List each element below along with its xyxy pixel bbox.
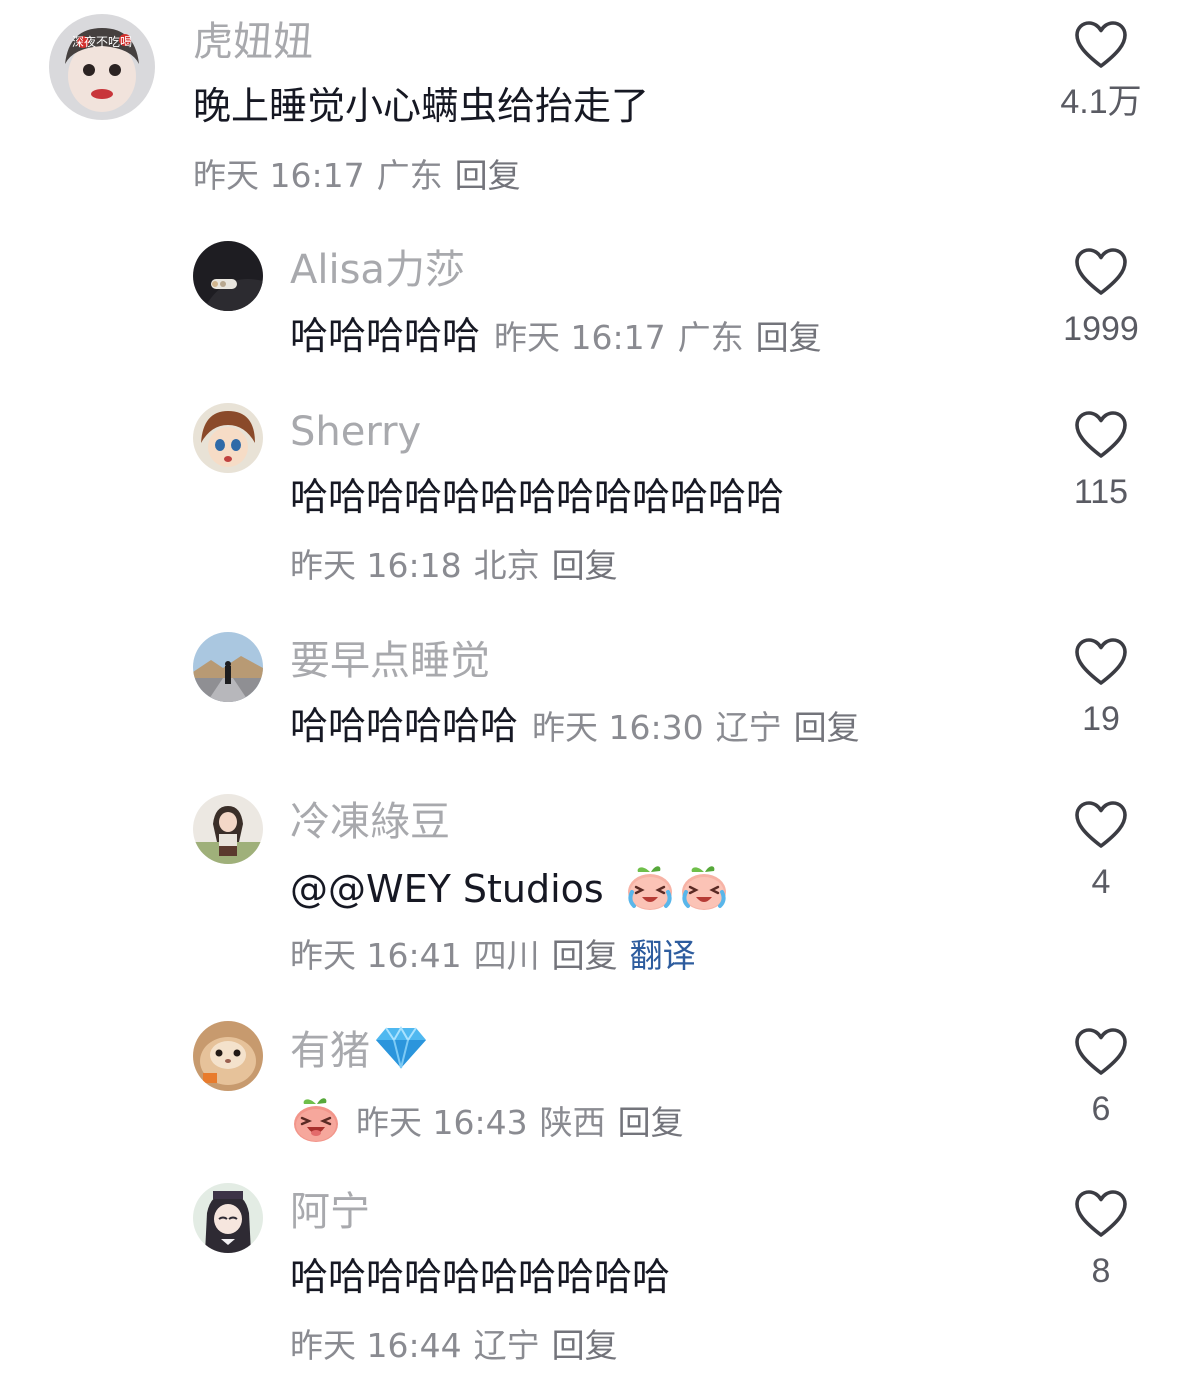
like-button[interactable]: 19 [1041, 637, 1161, 739]
heart-outline-icon [1074, 247, 1128, 297]
comment-location: 北京 [473, 546, 540, 585]
comment-time: 昨天 16:17 [494, 318, 666, 357]
reply-button[interactable]: 回复 [756, 318, 822, 357]
username[interactable]: 阿宁 [290, 1188, 370, 1236]
reply-button[interactable]: 回复 [552, 936, 618, 975]
heart-outline-icon [1074, 1189, 1128, 1239]
heart-outline-icon [1074, 637, 1128, 687]
like-button[interactable]: 4.1万 [1041, 20, 1161, 122]
crying-laughing-peach-emoji [678, 860, 730, 912]
avatar[interactable] [193, 1021, 263, 1091]
reply-button[interactable]: 回复 [552, 1326, 618, 1365]
comment-meta: 昨天 16:18 北京 回复 [290, 544, 630, 588]
username[interactable]: 冷凍綠豆 [290, 798, 450, 846]
comment-time: 昨天 16:18 [290, 546, 462, 585]
like-button[interactable]: 115 [1041, 410, 1161, 512]
comment-text: 哈哈哈哈哈 [290, 314, 481, 358]
comment-time: 昨天 16:43 [356, 1103, 528, 1142]
laughing-peach-emoji [290, 1092, 342, 1144]
comment-location: 辽宁 [715, 708, 782, 747]
avatar[interactable]: 深夜不吃喝 [49, 14, 155, 120]
crying-laughing-peach-emoji [624, 860, 676, 912]
username[interactable]: 要早点睡觉 [290, 637, 490, 685]
like-count: 19 [1082, 700, 1120, 738]
avatar[interactable] [193, 241, 263, 311]
username-text[interactable]: 有猪 [290, 1028, 370, 1074]
reply-button[interactable]: 回复 [618, 1103, 684, 1142]
mention-link[interactable]: @@WEY Studios [290, 867, 604, 911]
heart-outline-icon [1074, 20, 1128, 70]
avatar[interactable] [193, 1183, 263, 1253]
heart-outline-icon [1074, 410, 1128, 460]
comment-body: @@WEY Studios [290, 860, 730, 913]
svg-text:深夜不吃喝: 深夜不吃喝 [72, 34, 132, 49]
comment-location: 四川 [473, 936, 540, 975]
like-count: 4 [1091, 863, 1111, 901]
like-button[interactable]: 1999 [1041, 247, 1161, 349]
like-count: 6 [1091, 1090, 1111, 1128]
like-count: 1999 [1063, 310, 1139, 348]
avatar[interactable] [193, 632, 263, 702]
comment-location: 辽宁 [473, 1326, 540, 1365]
comment-time: 昨天 16:44 [290, 1326, 462, 1365]
comment-text: 哈哈哈哈哈哈 [290, 704, 519, 748]
like-button[interactable]: 8 [1041, 1189, 1161, 1291]
avatar[interactable] [193, 794, 263, 864]
comment-meta: 昨天 16:30 辽宁 回复 [532, 708, 872, 747]
comment-meta: 昨天 16:43 陕西 回复 [356, 1103, 696, 1142]
username[interactable]: Alisa力莎 [290, 246, 465, 294]
comment-location: 广东 [376, 156, 443, 195]
diamond-icon [376, 1026, 426, 1069]
reply-button[interactable]: 回复 [455, 156, 521, 195]
comment-meta: 昨天 16:17 广东 回复 [193, 154, 533, 198]
avatar[interactable] [193, 403, 263, 473]
comment-time: 昨天 16:30 [532, 708, 704, 747]
like-count: 4.1万 [1060, 83, 1142, 121]
heart-outline-icon [1074, 800, 1128, 850]
comment-location: 陕西 [539, 1103, 606, 1142]
translate-button[interactable]: 翻译 [630, 936, 696, 975]
comment-location: 广东 [677, 318, 744, 357]
comment-time: 昨天 16:41 [290, 936, 462, 975]
username[interactable]: 虎妞妞 [193, 18, 313, 66]
reply-button[interactable]: 回复 [552, 546, 618, 585]
comment-text: 哈哈哈哈哈哈哈哈哈哈哈哈哈 [290, 475, 785, 519]
like-count: 115 [1073, 473, 1129, 511]
comment-body: 哈哈哈哈哈哈 昨天 16:30 辽宁 回复 [290, 702, 872, 752]
comment-text: 晚上睡觉小心螨虫给抬走了 [193, 84, 650, 128]
comment-text: 哈哈哈哈哈哈哈哈哈哈 [290, 1255, 671, 1299]
comment-body: 哈哈哈哈哈 昨天 16:17 广东 回复 [290, 312, 834, 362]
reply-button[interactable]: 回复 [794, 708, 860, 747]
comment-meta: 昨天 16:17 广东 回复 [494, 318, 834, 357]
username[interactable]: Sherry [290, 408, 421, 456]
heart-outline-icon [1074, 1027, 1128, 1077]
like-button[interactable]: 6 [1041, 1027, 1161, 1129]
comment-meta: 昨天 16:41 四川 回复 翻译 [290, 934, 708, 978]
like-button[interactable]: 4 [1041, 800, 1161, 902]
username[interactable]: 有猪 [290, 1026, 428, 1075]
comment-meta: 昨天 16:44 辽宁 回复 [290, 1324, 630, 1368]
like-count: 8 [1091, 1252, 1111, 1290]
comment-body: 昨天 16:43 陕西 回复 [290, 1092, 696, 1147]
comment-time: 昨天 16:17 [193, 156, 365, 195]
